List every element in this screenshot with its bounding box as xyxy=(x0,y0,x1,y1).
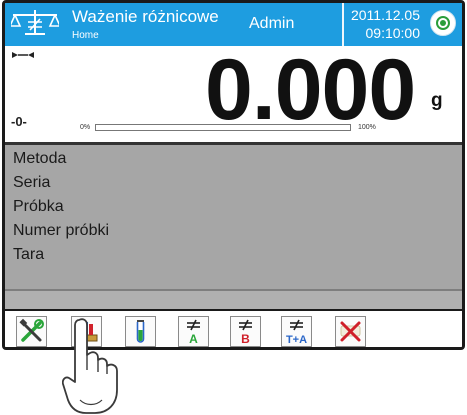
info-panel[interactable]: Metoda Seria Próbka Numer próbki Tara xyxy=(5,145,462,291)
sample-button[interactable] xyxy=(125,316,156,347)
scale-screen: Ważenie różnicowe Home Admin 2011.12.05 … xyxy=(2,0,465,350)
differential-a-button[interactable]: A xyxy=(178,316,209,347)
differential-b-icon: B xyxy=(239,319,252,346)
load-bargraph xyxy=(95,124,351,131)
differential-a-icon: A xyxy=(187,319,200,346)
date-display: 2011.12.05 xyxy=(350,7,420,23)
differential-b-button[interactable]: B xyxy=(230,316,261,347)
settings-button[interactable] xyxy=(16,316,47,347)
cancel-differential-icon xyxy=(340,321,361,342)
pointing-hand-icon xyxy=(62,318,118,414)
bargraph-min-label: 0% xyxy=(80,124,91,131)
weighing-panel: -0- 0.000 g 0% 100% xyxy=(5,42,462,145)
info-sample: Próbka xyxy=(13,198,64,215)
status-icon[interactable] xyxy=(430,10,456,36)
mode-title: Ważenie różnicowe xyxy=(72,7,219,26)
bargraph-max-label: 100% xyxy=(358,124,376,131)
info-series: Seria xyxy=(13,174,51,191)
info-sample-number: Numer próbki xyxy=(13,222,110,239)
header-divider xyxy=(342,3,344,46)
settings-tools-icon xyxy=(19,318,44,342)
status-dot xyxy=(440,20,446,26)
stability-marker-icon xyxy=(12,52,34,58)
user-name[interactable]: Admin xyxy=(249,15,294,33)
differential-b-label: B xyxy=(241,332,250,346)
header-bar: Ważenie różnicowe Home Admin 2011.12.05 … xyxy=(5,3,462,46)
info-tare: Tara xyxy=(13,246,45,263)
info-method: Metoda xyxy=(13,150,67,167)
weight-unit[interactable]: g xyxy=(431,90,443,112)
breadcrumb: Home xyxy=(72,30,99,41)
zero-indicator: -0- xyxy=(11,114,27,129)
balance-scale-icon[interactable] xyxy=(11,8,59,38)
differential-tare-a-button[interactable]: T+A xyxy=(281,316,312,347)
differential-ta-label: T+A xyxy=(286,334,307,346)
time-display: 09:10:00 xyxy=(365,25,421,41)
test-tube-icon xyxy=(136,320,145,343)
differential-ta-icon: T+A xyxy=(286,319,307,346)
differential-a-label: A xyxy=(189,332,198,346)
cancel-differential-button[interactable] xyxy=(335,316,366,347)
info-bottom-strip xyxy=(5,291,462,309)
